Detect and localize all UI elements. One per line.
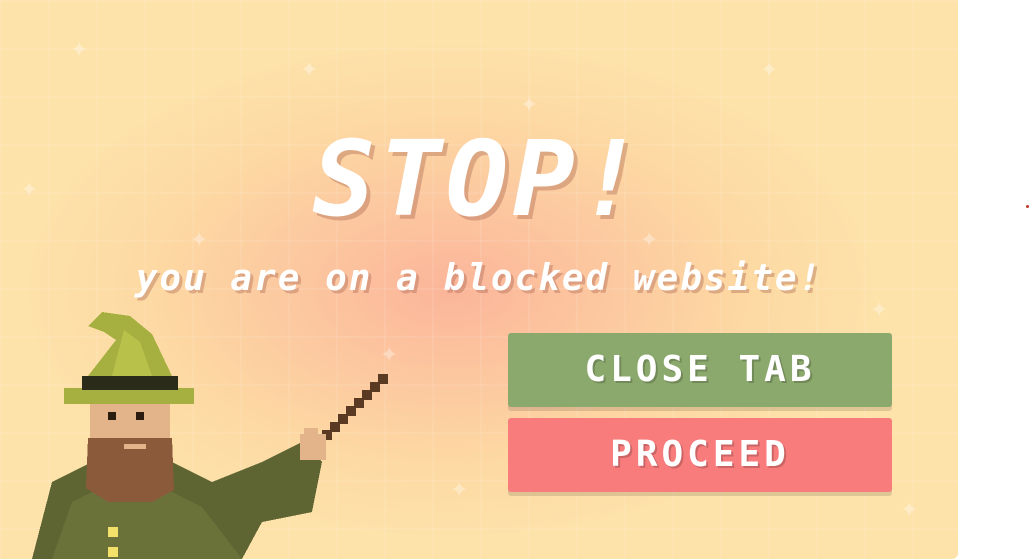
stop-headline: STOP! — [312, 118, 646, 240]
wand-icon — [322, 374, 388, 440]
sparkle-decoration: ✦ — [450, 478, 469, 503]
sparkle-decoration: ✦ — [70, 38, 89, 63]
blocked-message: you are on a blocked website! — [135, 258, 823, 299]
blocked-panel: ✦ ✦ ✦ ✦ ✦ ✦ ✦ ✦ ✦ ✦ ✦ STOP! you are on a… — [0, 0, 958, 559]
close-tab-button[interactable]: CLOSE TAB — [508, 333, 892, 407]
proceed-button[interactable]: PROCEED — [508, 418, 892, 492]
sparkle-decoration: ✦ — [520, 93, 539, 118]
sparkle-decoration: ✦ — [870, 298, 889, 323]
wizard-illustration — [32, 312, 388, 559]
sparkle-decoration: ✦ — [300, 58, 319, 83]
stray-dot — [1026, 205, 1029, 208]
sparkle-decoration: ✦ — [900, 498, 919, 523]
sparkle-decoration: ✦ — [760, 58, 779, 83]
blocked-page: ✦ ✦ ✦ ✦ ✦ ✦ ✦ ✦ ✦ ✦ ✦ STOP! you are on a… — [0, 0, 1033, 559]
